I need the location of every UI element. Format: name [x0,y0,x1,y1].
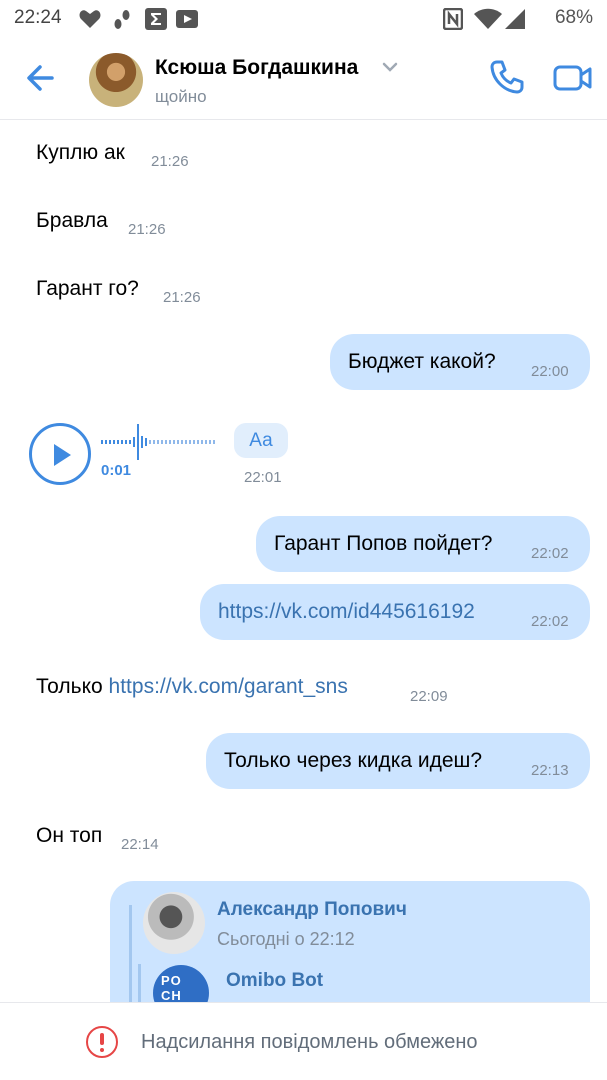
warning-icon [86,1026,118,1058]
contact-status: щойно [155,87,207,106]
incoming-message-text[interactable]: Только https://vk.com/garant_sns [36,675,348,699]
status-time: 22:24 [14,7,62,28]
contact-name[interactable]: Ксюша Богдашкина [155,56,358,80]
voice-duration: 0:01 [101,462,132,479]
transcribe-button[interactable]: Аа [234,423,288,458]
forward-author-avatar[interactable] [143,892,205,954]
video-camera-icon [176,10,198,28]
phone-call-icon[interactable] [488,58,526,96]
incoming-message-prefix: Только [36,675,103,698]
steps-icon [114,10,130,29]
forward-date: Сьогодні о 22:12 [217,929,355,949]
incoming-message-text[interactable]: Бравла [36,209,108,233]
outgoing-message-text: Бюджет какой? [348,350,496,373]
contact-avatar[interactable] [89,53,143,107]
message-time: 22:00 [531,363,569,380]
message-time: 22:01 [244,469,282,486]
play-icon [54,444,71,466]
outgoing-message-text: Только через кидка идеш? [224,749,483,772]
message-time: 22:09 [410,688,448,705]
incoming-message-link[interactable]: https://vk.com/garant_sns [109,675,348,698]
chat-header: Ксюша Богдашкина щойно [0,36,607,120]
message-time: 21:26 [151,153,189,170]
nested-avatar-logo: PO CH [161,973,182,1003]
back-arrow-icon[interactable] [22,58,62,98]
message-time: 21:26 [128,221,166,238]
message-time: 22:02 [531,613,569,630]
voice-play-button[interactable] [29,423,91,485]
restriction-text: Надсилання повідомлень обмежено [141,1031,478,1053]
message-time: 21:26 [163,289,201,306]
message-time: 22:02 [531,545,569,562]
outgoing-message-text: Гарант Попов пойдет? [274,532,493,555]
restriction-bar: Надсилання повідомлень обмежено [0,1002,607,1080]
nfc-icon [443,8,463,30]
incoming-message-text[interactable]: Куплю ак [36,141,125,165]
sigma-icon [145,8,167,30]
incoming-message-text[interactable]: Он топ [36,824,102,848]
signal-icon [505,9,525,29]
nested-author-name[interactable]: Omibo Bot [226,970,323,992]
outgoing-message-bubble[interactable]: Гарант Попов пойдет? 22:02 [256,516,590,572]
outgoing-message-bubble[interactable]: Только через кидка идеш? 22:13 [206,733,590,789]
outgoing-message-bubble[interactable]: Бюджет какой? 22:00 [330,334,590,390]
message-time: 22:13 [531,762,569,779]
forward-author-name[interactable]: Александр Попович [217,899,407,921]
outgoing-message-link[interactable]: https://vk.com/id445616192 [218,600,475,624]
heart-icon [79,10,101,28]
message-time: 22:14 [121,836,159,853]
outgoing-message-bubble[interactable]: https://vk.com/id445616192 22:02 [200,584,590,640]
chevron-down-icon[interactable] [381,60,399,74]
battery-level: 68% [554,7,593,28]
incoming-message-text[interactable]: Гарант го? [36,277,139,301]
video-call-icon[interactable] [553,60,593,96]
voice-waveform[interactable] [101,424,221,460]
wifi-icon [474,8,502,29]
status-bar: 22:24 68% [0,0,607,36]
